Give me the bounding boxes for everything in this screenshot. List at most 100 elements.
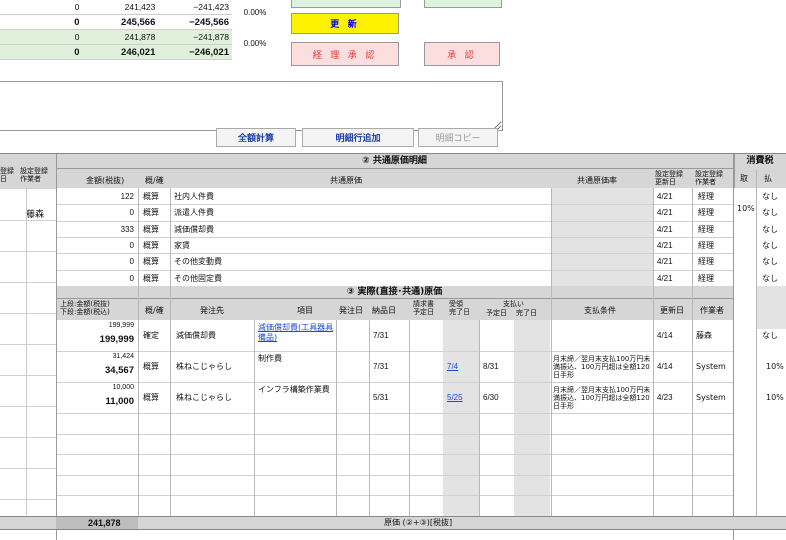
add-line-button[interactable]: 明細行追加 [302, 128, 414, 147]
divider [692, 188, 693, 516]
divider [0, 406, 56, 407]
actual-update: 4/14 [657, 362, 673, 371]
shared-kind: 概算 [143, 224, 159, 234]
summary-row: 0 246,021 −246,021 [0, 44, 232, 60]
shared-user: 経理 [698, 208, 714, 218]
divider [0, 344, 56, 345]
actual-receipt-link[interactable]: 5/25 [447, 393, 463, 403]
summary-area: 0 241,423 −241,423 0 245,566 −245,566 0 … [0, 0, 282, 60]
shared-col-amount: 金額(税抜) [86, 176, 125, 185]
summary-cell-a: 0 [0, 0, 83, 15]
actual-user: System [696, 393, 726, 402]
shared-date: 4/21 [657, 273, 673, 283]
tax-title: 消費税 [746, 156, 774, 166]
shared-user: 経理 [698, 257, 714, 267]
divider [0, 220, 56, 221]
tax-none: なし [762, 208, 778, 218]
divider [551, 188, 552, 516]
left-divider [26, 188, 27, 515]
actual-terms: 月末締／翌月末支払100万円未満振込、100万円超は全額120日手形 [553, 386, 651, 410]
summary-table: 0 241,423 −241,423 0 245,566 −245,566 0 … [0, 0, 232, 60]
shared-cost-name: その他固定費 [174, 273, 222, 283]
divider [56, 154, 57, 540]
actual-col-receipt: 受領 完了日 [449, 300, 470, 316]
divider [0, 313, 56, 314]
actual-update: 4/23 [657, 393, 673, 402]
left-row-user: 藤森 [26, 210, 45, 220]
summary-cell-b: 246,021 [82, 44, 159, 60]
top-green-button-1[interactable] [291, 0, 401, 8]
actual-tax: なし [762, 331, 778, 340]
actual-item[interactable]: 減価償却費(工具器具備品) [258, 323, 334, 343]
memo-textarea[interactable] [0, 81, 503, 131]
divider [0, 468, 56, 469]
actual-col-vendor: 発注先 [200, 306, 224, 315]
left-header-user: 設定登録 作業者 [20, 167, 48, 183]
shared-kind: 概算 [143, 273, 159, 283]
calc-all-button[interactable]: 全額計算 [216, 128, 296, 147]
footer-total: 241,878 [88, 518, 121, 528]
actual-tax: 10% [766, 362, 784, 371]
shared-user: 経理 [698, 224, 714, 234]
summary-row: 0 241,878 −241,878 [0, 29, 232, 45]
keiri-approve-button[interactable]: 経 理 承 認 [291, 42, 399, 66]
actual-vendor: 減価償却費 [176, 331, 216, 340]
shared-col-kind: 概/確 [145, 176, 164, 185]
actual-col-pay-plan: 予定日 [486, 309, 507, 317]
actual-col-deliver: 納品日 [372, 306, 396, 315]
divider [0, 251, 56, 252]
actual-deliver: 5/31 [373, 393, 389, 402]
divider [56, 382, 733, 383]
actual-vendor: 株ねこじゃらし [176, 362, 232, 371]
shared-kind: 概算 [143, 257, 159, 267]
divider [56, 269, 733, 271]
shared-amount: 0 [129, 240, 134, 250]
actual-col-pay-done: 完了日 [516, 309, 537, 317]
actual-receipt-link[interactable]: 7/4 [447, 362, 458, 372]
tax-shaded-block [756, 286, 786, 329]
divider [479, 320, 480, 516]
divider [733, 154, 734, 540]
summary-cell-b: 245,566 [82, 14, 159, 30]
shared-col-update: 設定登録 更新日 [655, 170, 683, 186]
update-button[interactable]: 更 新 [291, 13, 399, 34]
actual-col-terms: 支払条件 [584, 306, 616, 315]
divider [0, 188, 56, 189]
summary-cell-b: 241,423 [82, 0, 159, 15]
actual-col-invoice: 請求書 予定日 [413, 300, 434, 316]
actual-kind: 概算 [143, 362, 159, 371]
actual-col-kind: 概/確 [145, 306, 164, 315]
actual-update: 4/14 [657, 331, 673, 340]
actual-terms: 月末締／翌月末支払100万円未満振込、100万円超は全額120日手形 [553, 355, 651, 379]
shared-date: 4/21 [657, 240, 673, 250]
top-green-button-2[interactable] [424, 0, 502, 8]
divider [56, 168, 733, 169]
tax-none: なし [762, 273, 778, 283]
actual-title: ③ 実際(直接･共通)原価 [346, 287, 443, 297]
summary-row: 0 245,566 −245,566 [0, 14, 232, 30]
shared-date: 4/21 [657, 224, 673, 234]
summary-cell-c: −246,021 [158, 44, 232, 60]
tax-col-take: 取 [740, 174, 748, 183]
divider [170, 188, 171, 516]
actual-amount-top: 199,999 [108, 322, 134, 329]
summary-cell-c: −241,878 [158, 29, 232, 45]
shared-amount: 333 [120, 224, 134, 234]
shared-cost-name: 減価償却費 [174, 224, 214, 234]
copy-line-button[interactable]: 明細コピー [418, 128, 498, 147]
actual-col-item: 項目 [297, 306, 313, 315]
actual-deliver: 7/31 [373, 331, 389, 340]
actual-kind: 確定 [143, 331, 159, 340]
summary-percent-2: 0.00% [243, 39, 267, 48]
shared-kind: 概算 [143, 192, 159, 201]
actual-amount-bottom: 11,000 [105, 396, 134, 407]
approve-button[interactable]: 承 認 [424, 42, 500, 66]
summary-row: 0 241,423 −241,423 [0, 0, 232, 15]
actual-pay-date: 6/30 [483, 393, 499, 402]
divider [0, 499, 56, 500]
shared-col-ratio: 共通原価率 [577, 176, 617, 185]
tax-col-pay: 払 [764, 174, 772, 183]
shared-col-name: 共通原価 [330, 176, 362, 185]
shared-kind: 概算 [143, 240, 159, 250]
cost-grid: 登録 日 設定登録 作業者 藤森 ② 共通原価明細 金額(税抜) 概/確 共通原… [0, 153, 786, 540]
